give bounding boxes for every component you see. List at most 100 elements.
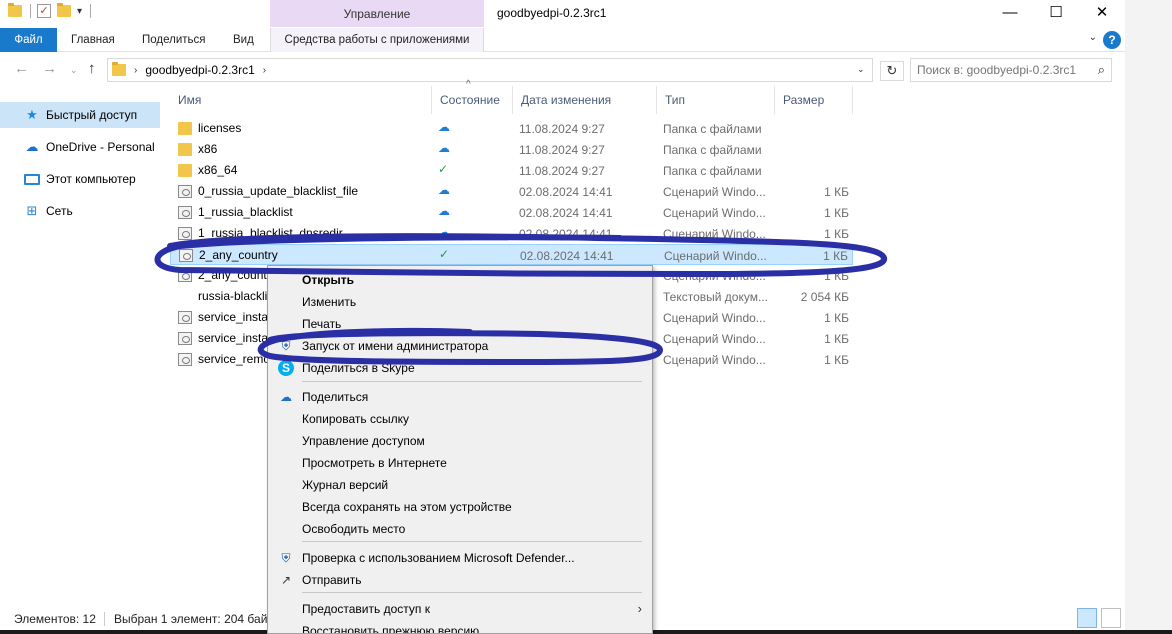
up-arrow-icon[interactable]: ↑: [88, 60, 96, 77]
back-arrow-icon[interactable]: ←: [14, 60, 29, 77]
file-type: Сценарий Windo...: [663, 206, 766, 220]
file-row[interactable]: x86 ☁ 11.08.2024 9:27 Папка с файлами: [170, 139, 853, 160]
window-controls: — ☐ ✕: [987, 0, 1125, 28]
onedrive-icon: ☁: [280, 390, 292, 404]
recent-locations-chevron-icon[interactable]: ⌄: [70, 65, 78, 76]
file-name-cell: russia-blacklist: [178, 289, 277, 303]
tab-view[interactable]: Вид: [233, 28, 254, 52]
desktop-background: [1125, 0, 1172, 634]
context-menu-item[interactable]: ☁ Поделиться: [268, 386, 652, 408]
forward-arrow-icon[interactable]: →: [42, 60, 57, 77]
breadcrumb-chevron-icon[interactable]: ›: [263, 65, 266, 76]
file-row[interactable]: 1_russia_blacklist ☁ 02.08.2024 14:41 Сцена…: [170, 202, 853, 223]
file-name-cell: 1_russia_blacklist_dnsredir: [178, 226, 343, 240]
context-menu-item[interactable]: Освободить место: [268, 518, 652, 540]
context-menu-item[interactable]: Печать: [268, 313, 652, 335]
file-row[interactable]: x86_64 ✓ 11.08.2024 9:27 Папка с файлами: [170, 160, 853, 181]
file-size: 1 КБ: [824, 185, 849, 199]
tab-home[interactable]: Главная: [71, 28, 115, 52]
search-box[interactable]: ⌕: [910, 58, 1112, 82]
large-icons-view-button[interactable]: [1101, 608, 1121, 628]
context-menu-item[interactable]: Всегда сохранять на этом устройстве: [268, 496, 652, 518]
search-input[interactable]: [917, 59, 1087, 81]
file-name: 1_russia_blacklist_dnsredir: [198, 226, 343, 240]
file-size: 1 КБ: [824, 332, 849, 346]
sidebar-item-this-pc[interactable]: Этот компьютер: [0, 166, 160, 192]
file-size: 1 КБ: [824, 227, 849, 241]
network-icon: ⊞: [26, 203, 38, 218]
tab-file[interactable]: Файл: [0, 28, 57, 52]
share-icon: ↗: [280, 573, 292, 587]
close-button[interactable]: ✕: [1079, 0, 1125, 28]
file-name-cell: x86_64: [178, 163, 237, 177]
sidebar-item-network[interactable]: ⊞ Сеть: [0, 198, 160, 224]
window-title: goodbyedpi-0.2.3rc1: [497, 6, 607, 20]
customize-toolbar-chevron-icon[interactable]: ▾: [77, 6, 82, 17]
status-divider: [104, 612, 105, 626]
breadcrumb-current-folder[interactable]: goodbyedpi-0.2.3rc1: [145, 63, 254, 77]
column-header-name[interactable]: Имя: [170, 86, 432, 114]
minimize-button[interactable]: —: [987, 0, 1033, 28]
context-menu-label: Просмотреть в Интернете: [302, 456, 447, 470]
refresh-button[interactable]: ↻: [880, 61, 904, 81]
folder-icon: [112, 62, 126, 76]
toolbar-divider: [30, 4, 31, 18]
context-menu-item[interactable]: Предоставить доступ к ›: [268, 598, 652, 620]
sidebar-item-onedrive[interactable]: ☁ OneDrive - Personal: [0, 134, 160, 160]
context-menu-item[interactable]: Управление доступом: [268, 430, 652, 452]
column-header-type[interactable]: Тип: [657, 86, 775, 114]
item-count: Элементов: 12: [14, 612, 96, 626]
file-name: x86_64: [198, 163, 238, 177]
file-row[interactable]: licenses ☁ 11.08.2024 9:27 Папка с файлами: [170, 118, 853, 139]
folder-icon: [178, 121, 192, 135]
details-view-button[interactable]: [1077, 608, 1097, 628]
context-menu-item[interactable]: ⛨ Проверка с использованием Microsoft Def…: [268, 547, 652, 569]
column-header-state[interactable]: Состояние: [432, 86, 513, 114]
file-name-cell: 2_any_country: [179, 248, 278, 262]
file-size: 2 054 КБ: [800, 290, 849, 304]
context-menu-item[interactable]: Изменить: [268, 291, 652, 313]
context-menu-label: Журнал версий: [302, 478, 389, 492]
navigation-pane: ★ Быстрый доступ ☁ OneDrive - Personal Э…: [0, 98, 165, 598]
context-menu-item[interactable]: Восстановить прежнюю версию: [268, 620, 652, 633]
address-history-chevron-icon[interactable]: ⌄: [857, 64, 865, 75]
maximize-button[interactable]: ☐: [1033, 0, 1079, 28]
tab-share[interactable]: Поделиться: [142, 28, 206, 52]
context-menu-item[interactable]: Копировать ссылку: [268, 408, 652, 430]
cloud-only-icon: ☁: [438, 225, 450, 239]
context-menu-item[interactable]: Журнал версий: [268, 474, 652, 496]
context-menu-item[interactable]: Просмотреть в Интернете: [268, 452, 652, 474]
folder-icon: [8, 3, 22, 17]
file-type: Сценарий Windo...: [664, 249, 767, 263]
file-row[interactable]: 2_any_country ✓ 02.08.2024 14:41 Сценарий W…: [170, 244, 853, 265]
file-row[interactable]: 1_russia_blacklist_dnsredir ☁ 02.08.2024 1…: [170, 223, 853, 244]
file-date: 11.08.2024 9:27: [519, 143, 605, 157]
script-file-icon: [178, 226, 192, 240]
sidebar-item-quick-access[interactable]: ★ Быстрый доступ: [0, 102, 160, 128]
title-bar: ✓ ▾ Управление goodbyedpi-0.2.3rc1 — ☐ ✕: [0, 0, 1125, 28]
properties-check-icon[interactable]: ✓: [37, 4, 51, 18]
context-menu-item[interactable]: ↗ Отправить: [268, 569, 652, 591]
context-menu-item[interactable]: ⛨ Запуск от имени администратора: [268, 335, 652, 357]
expand-ribbon-chevron-icon[interactable]: ⌄: [1089, 32, 1097, 43]
sidebar-item-label: OneDrive - Personal: [46, 140, 155, 154]
context-menu-label: Поделиться: [302, 390, 369, 404]
file-size: 1 КБ: [824, 311, 849, 325]
file-row[interactable]: 0_russia_update_blacklist_file ☁ 02.08.202…: [170, 181, 853, 202]
breadcrumb-chevron-icon[interactable]: ›: [134, 65, 137, 76]
new-folder-icon[interactable]: [57, 3, 71, 17]
script-file-icon: [178, 331, 192, 345]
help-icon[interactable]: ?: [1103, 31, 1121, 49]
column-headers: ^ Имя Состояние Дата изменения Тип Разме…: [170, 79, 860, 114]
context-menu-item[interactable]: Открыть: [268, 269, 652, 291]
context-menu-item[interactable]: S Поделиться в Skype: [268, 357, 652, 379]
cloud-icon: ☁: [25, 139, 39, 154]
column-header-size[interactable]: Размер: [775, 86, 853, 114]
ribbon-tabs: Файл Главная Поделиться Вид Средства раб…: [0, 28, 1125, 52]
selection-info: Выбран 1 элемент: 204 байт: [114, 612, 273, 626]
tab-application-tools[interactable]: Средства работы с приложениями: [270, 28, 484, 52]
script-file-icon: [178, 205, 192, 219]
address-bar[interactable]: › goodbyedpi-0.2.3rc1 ›: [107, 58, 873, 82]
file-date: 11.08.2024 9:27: [519, 164, 605, 178]
column-header-date[interactable]: Дата изменения: [513, 86, 657, 114]
